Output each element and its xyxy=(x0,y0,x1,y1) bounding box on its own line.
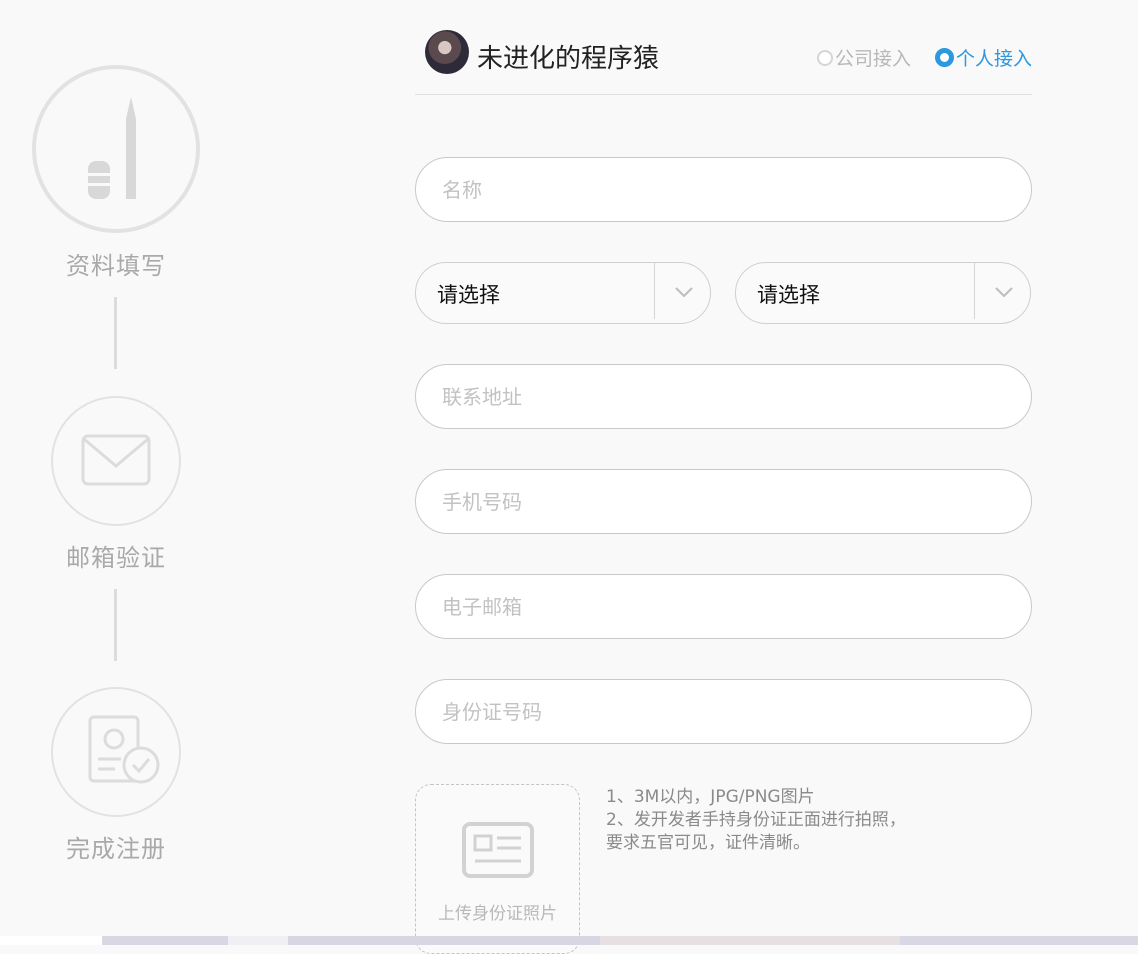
step-connector xyxy=(114,297,117,369)
avatar xyxy=(425,30,469,74)
form-header: 未进化的程序猿 公司接入 个人接入 xyxy=(415,22,1032,95)
chevron-down-icon xyxy=(675,287,693,298)
envelope-icon xyxy=(81,434,151,486)
upload-note-3: 要求五官可见，证件清晰。 xyxy=(606,833,810,853)
pencil-icon xyxy=(88,97,136,199)
city-select[interactable]: 请选择 xyxy=(735,262,1031,324)
select-divider xyxy=(654,263,655,319)
address-input[interactable] xyxy=(416,365,1031,428)
idcard-input[interactable] xyxy=(416,680,1031,743)
province-select-value: 请选择 xyxy=(437,283,500,307)
phone-field-wrapper xyxy=(415,469,1032,534)
step-connector xyxy=(114,589,117,661)
city-select-value: 请选择 xyxy=(757,283,820,307)
address-field-wrapper xyxy=(415,364,1032,429)
radio-company-access[interactable]: 公司接入 xyxy=(816,44,911,71)
step-label-email: 邮箱验证 xyxy=(66,544,166,572)
upload-note-1: 1、3M以内，JPG/PNG图片 xyxy=(606,787,815,807)
upload-note-2: 2、发开发者手持身份证正面进行拍照， xyxy=(606,810,906,830)
id-card-icon xyxy=(462,822,534,878)
step-label-fill-info: 资料填写 xyxy=(66,252,166,280)
radio-checked-icon xyxy=(934,48,954,67)
chevron-down-icon xyxy=(995,287,1013,298)
phone-input[interactable] xyxy=(416,470,1031,533)
username: 未进化的程序猿 xyxy=(477,44,660,74)
upload-caption: 上传身份证照片 xyxy=(438,904,557,924)
step-email-circle xyxy=(51,396,181,526)
name-input[interactable] xyxy=(416,158,1031,221)
access-type-radio-group: 公司接入 个人接入 xyxy=(816,44,1032,71)
bottom-taskbar-strip xyxy=(0,936,1138,945)
id-check-icon xyxy=(88,715,160,784)
step-finish-circle xyxy=(51,687,181,817)
radio-personal-label: 个人接入 xyxy=(955,48,1032,70)
upload-notes: 1、3M以内，JPG/PNG图片 2、发开发者手持身份证正面进行拍照， 要求五官… xyxy=(606,786,906,855)
step-fill-info-circle xyxy=(32,65,200,233)
step-label-finish: 完成注册 xyxy=(66,835,166,863)
email-input[interactable] xyxy=(416,575,1031,638)
name-field-wrapper xyxy=(415,157,1032,222)
email-field-wrapper xyxy=(415,574,1032,639)
radio-personal-access[interactable]: 个人接入 xyxy=(934,44,1032,71)
select-divider xyxy=(974,263,975,319)
province-select[interactable]: 请选择 xyxy=(415,262,711,324)
idcard-field-wrapper xyxy=(415,679,1032,744)
upload-idcard-photo-button[interactable]: 上传身份证照片 xyxy=(415,784,580,954)
radio-unchecked-icon xyxy=(816,49,833,66)
radio-company-label: 公司接入 xyxy=(834,48,911,70)
